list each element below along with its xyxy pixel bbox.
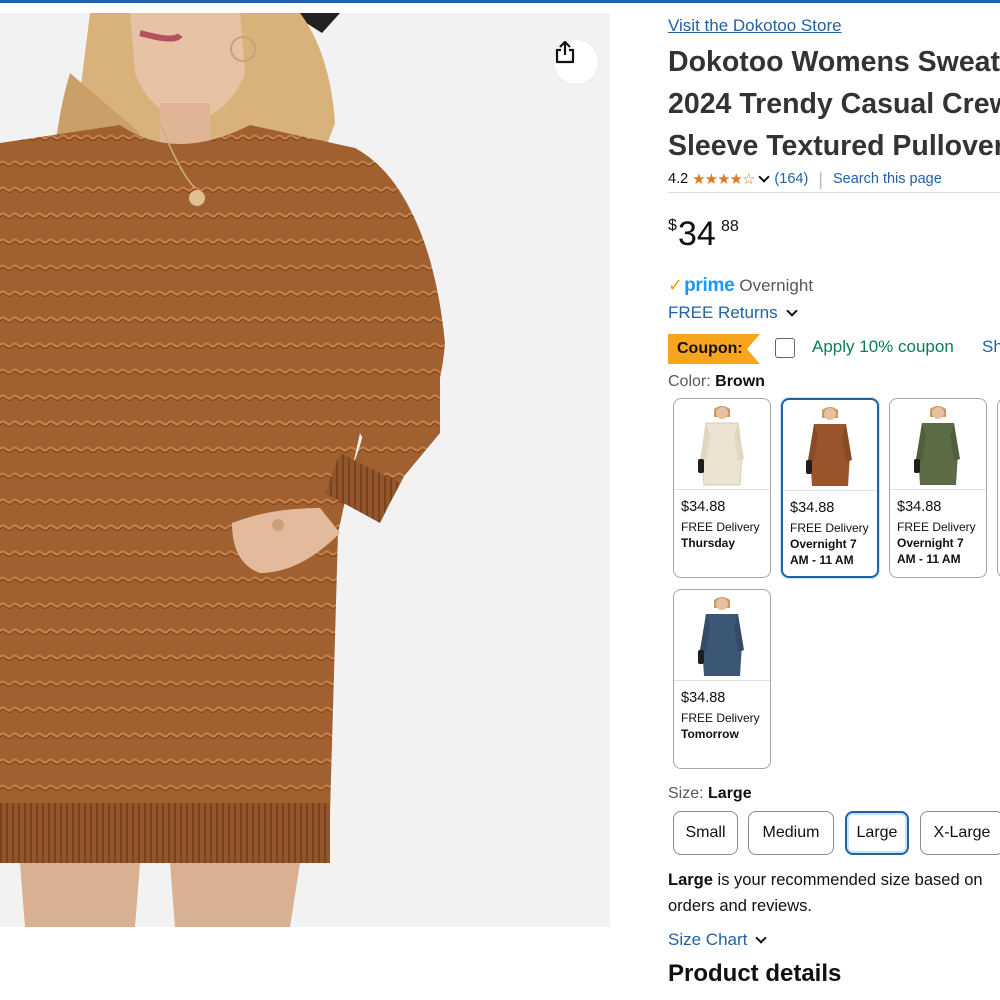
price-symbol: $ bbox=[668, 217, 677, 234]
product-title-line-1: Dokotoo Womens Sweater Dress bbox=[668, 46, 1000, 78]
reviews-count-link[interactable]: (164) bbox=[774, 171, 808, 187]
chevron-down-icon bbox=[755, 932, 768, 944]
swatch-divider bbox=[890, 489, 986, 490]
swatch-thumbnail bbox=[674, 590, 770, 680]
size-option-x-large[interactable]: X-Large bbox=[920, 811, 1000, 855]
swatch-divider bbox=[783, 490, 877, 491]
swatch-price: $34.88 bbox=[681, 499, 726, 515]
swatch-thumbnail bbox=[890, 399, 986, 489]
swatch-price: $34.88 bbox=[790, 500, 835, 516]
size-recommendation-line-1: Large is your recommended size based on bbox=[668, 867, 1000, 893]
size-option-large[interactable]: Large bbox=[845, 811, 909, 855]
dress-thumbnail-image bbox=[914, 406, 960, 485]
product-details-heading: Product details bbox=[668, 960, 842, 987]
swatch-delivery-label: FREE Delivery bbox=[681, 711, 760, 725]
size-label-key: Size: bbox=[668, 785, 704, 802]
prime-delivery: ✓ prime Overnight bbox=[668, 275, 813, 297]
size-recommendation: Large is your recommended size based on … bbox=[668, 867, 1000, 919]
chevron-down-icon bbox=[785, 305, 798, 317]
free-returns-link[interactable]: FREE Returns bbox=[668, 303, 802, 323]
swatch-thumbnail bbox=[674, 399, 770, 489]
coupon-checkbox[interactable] bbox=[775, 338, 795, 358]
color-label: Color: Brown bbox=[668, 373, 765, 391]
size-option-small[interactable]: Small bbox=[673, 811, 738, 855]
apply-coupon-label[interactable]: Apply 10% coupon bbox=[812, 337, 954, 357]
swatch-delivery-date: Overnight 7 AM - 11 AM bbox=[790, 537, 857, 567]
color-swatch-green[interactable]: $34.88 FREE Delivery Overnight 7 AM - 11… bbox=[889, 398, 987, 578]
share-button[interactable] bbox=[554, 40, 598, 84]
color-swatch-brown[interactable]: $34.88 FREE Delivery Overnight 7 AM - 11… bbox=[781, 398, 879, 578]
swatch-price: $34.88 bbox=[681, 690, 726, 706]
star-rating-icon[interactable]: ★★★★☆ bbox=[692, 170, 755, 188]
swatch-price: $34.88 bbox=[897, 499, 942, 515]
color-swatch-blue[interactable]: $34.88 FREE Delivery Tomorrow bbox=[673, 589, 771, 769]
coupon-badge: Coupon: bbox=[668, 334, 760, 364]
free-returns-label: FREE Returns bbox=[668, 303, 778, 322]
chevron-down-icon[interactable] bbox=[758, 171, 771, 183]
swatch-delivery-date: Thursday bbox=[681, 536, 736, 550]
rating-value: 4.2 bbox=[668, 171, 689, 187]
product-photo-illustration bbox=[0, 13, 445, 927]
prime-logo: prime bbox=[684, 275, 735, 296]
share-icon bbox=[555, 40, 575, 64]
size-option-medium[interactable]: Medium bbox=[748, 811, 834, 855]
size-recommendation-line-2: orders and reviews. bbox=[668, 897, 812, 915]
price-fraction: 88 bbox=[721, 218, 739, 235]
swatch-delivery-label: FREE Delivery bbox=[790, 521, 869, 535]
divider: | bbox=[818, 168, 823, 189]
product-main-image[interactable] bbox=[0, 13, 610, 927]
swatch-delivery-date: Tomorrow bbox=[681, 727, 739, 741]
dress-thumbnail-image bbox=[698, 597, 744, 676]
size-chart-label: Size Chart bbox=[668, 930, 748, 949]
product-info-column: Visit the Dokotoo Store Dokotoo Womens S… bbox=[668, 0, 1000, 1000]
swatch-delivery-label: FREE Delivery bbox=[897, 520, 976, 534]
visit-store-link[interactable]: Visit the Dokotoo Store bbox=[668, 16, 842, 36]
size-chart-link[interactable]: Size Chart bbox=[668, 930, 771, 950]
color-swatch-beige[interactable]: $34.88 FREE Delivery Thursday bbox=[673, 398, 771, 578]
product-title: Dokotoo Womens Sweater Dress 2024 Trendy… bbox=[668, 41, 1000, 167]
rating-row: 4.2 ★★★★☆ (164) | Search this page bbox=[668, 169, 942, 189]
swatch-thumbnail bbox=[783, 400, 877, 490]
dress-thumbnail-image bbox=[806, 407, 852, 486]
swatch-delivery-label: FREE Delivery bbox=[681, 520, 760, 534]
dress-thumbnail-image bbox=[698, 406, 744, 486]
size-label: Size: Large bbox=[668, 785, 752, 803]
recommended-size: Large bbox=[668, 871, 713, 889]
product-title-line-3: Sleeve Textured Pullover bbox=[668, 130, 1000, 162]
swatch-delivery-date: Overnight 7 AM - 11 AM bbox=[897, 536, 964, 566]
price-whole: 34 bbox=[678, 215, 716, 253]
size-selected-value: Large bbox=[708, 785, 752, 802]
shop-items-link[interactable]: Shop items bbox=[982, 337, 1000, 357]
recommendation-text: is your recommended size based on bbox=[712, 871, 983, 889]
prime-delivery-speed: Overnight bbox=[739, 276, 814, 295]
swatch-divider bbox=[674, 489, 770, 490]
swatch-divider bbox=[674, 680, 770, 681]
product-title-line-2: 2024 Trendy Casual Crew Neck Long bbox=[668, 88, 1000, 120]
search-this-page-link[interactable]: Search this page bbox=[833, 171, 942, 187]
color-selected-value: Brown bbox=[715, 373, 765, 390]
color-label-key: Color: bbox=[668, 373, 711, 390]
horizontal-divider bbox=[668, 192, 1000, 193]
prime-check-icon: ✓ bbox=[668, 275, 684, 295]
